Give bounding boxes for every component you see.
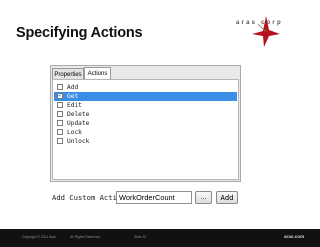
checkbox-update[interactable]: [57, 120, 63, 126]
list-item-label: Add: [67, 84, 79, 91]
list-item-update[interactable]: Update: [54, 119, 237, 128]
checkbox-edit[interactable]: [57, 102, 63, 108]
footer-rights: All Rights Reserved.: [70, 235, 101, 239]
checkbox-unlock[interactable]: [57, 138, 63, 144]
browse-button[interactable]: ...: [195, 191, 212, 204]
logo-text: aras corp: [236, 20, 283, 26]
list-item-label: Edit: [67, 102, 82, 109]
slide-title: Specifying Actions: [16, 25, 143, 41]
list-item-lock[interactable]: Lock: [54, 128, 237, 137]
checkbox-add[interactable]: [57, 84, 63, 90]
footer-site: aras.com: [284, 234, 305, 239]
add-button[interactable]: Add: [216, 191, 238, 204]
list-item-add[interactable]: Add: [54, 83, 237, 92]
list-item-label: Lock: [67, 129, 82, 136]
checkmark-icon: ✓: [58, 91, 63, 99]
checkbox-get[interactable]: ✓: [57, 91, 63, 99]
list-item-label: Delete: [67, 111, 90, 118]
checkbox-lock[interactable]: [57, 129, 63, 135]
tab-actions[interactable]: Actions: [84, 67, 111, 79]
list-item-label: Update: [67, 120, 90, 127]
list-item-label: Unlock: [67, 138, 90, 145]
list-item-edit[interactable]: Edit: [54, 101, 237, 110]
slide-footer: Copyright © 2011 Aras All Rights Reserve…: [0, 229, 320, 247]
footer-slide-number: Slide 20: [134, 235, 147, 239]
custom-action-input[interactable]: WorkOrderCount: [116, 191, 192, 204]
list-item-delete[interactable]: Delete: [54, 110, 237, 119]
list-item-label: Get: [67, 93, 79, 100]
tab-properties[interactable]: Properties: [52, 68, 84, 79]
checkbox-delete[interactable]: [57, 111, 63, 117]
actions-list: Add ✓ Get Edit Delete Update Lock Unlock: [52, 79, 239, 180]
list-item-get[interactable]: ✓ Get: [54, 91, 237, 101]
footer-copyright: Copyright © 2011 Aras: [22, 235, 56, 239]
list-item-unlock[interactable]: Unlock: [54, 137, 237, 146]
